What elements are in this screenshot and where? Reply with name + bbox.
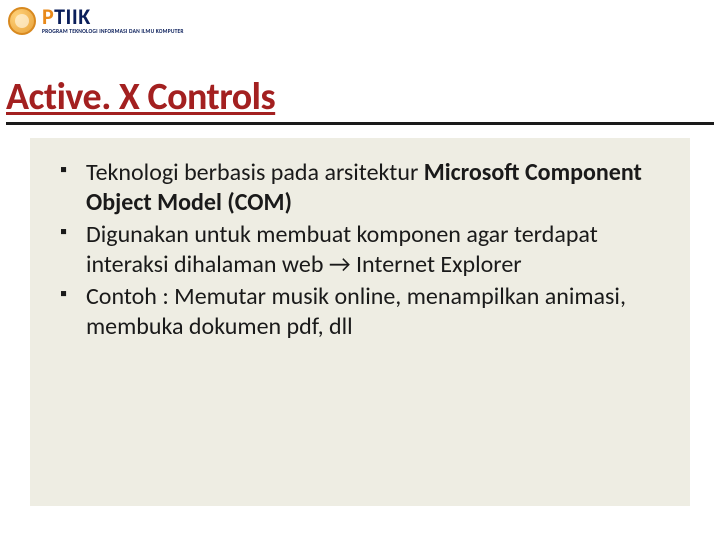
- logo-main: PTIIK: [42, 6, 184, 28]
- logo-icon: [8, 7, 36, 35]
- logo-text: PTIIK PROGRAM TEKNOLOGI INFORMASI DAN IL…: [42, 6, 184, 36]
- content-box: Teknologi berbasis pada arsitektur Micro…: [30, 138, 690, 506]
- slide: PTIIK PROGRAM TEKNOLOGI INFORMASI DAN IL…: [0, 0, 720, 540]
- list-item: Digunakan untuk membuat komponen agar te…: [56, 220, 664, 280]
- title-wrap: Active. X Controls: [6, 74, 714, 125]
- list-item: Teknologi berbasis pada arsitektur Micro…: [56, 158, 664, 218]
- logo-main-navy: TIIK: [54, 3, 91, 30]
- logo-area: PTIIK PROGRAM TEKNOLOGI INFORMASI DAN IL…: [8, 6, 184, 36]
- logo-main-orange: P: [42, 3, 54, 30]
- slide-title: Active. X Controls: [6, 74, 714, 120]
- bullet-text-pre: Digunakan untuk membuat komponen agar te…: [86, 220, 598, 279]
- list-item: Contoh : Memutar musik online, menampilk…: [56, 282, 664, 342]
- bullet-list: Teknologi berbasis pada arsitektur Micro…: [56, 158, 664, 342]
- bullet-text-pre: Contoh : Memutar musik online, menampilk…: [86, 282, 626, 341]
- bullet-text-pre: Teknologi berbasis pada arsitektur: [86, 158, 424, 187]
- logo-subtitle: PROGRAM TEKNOLOGI INFORMASI DAN ILMU KOM…: [42, 30, 184, 36]
